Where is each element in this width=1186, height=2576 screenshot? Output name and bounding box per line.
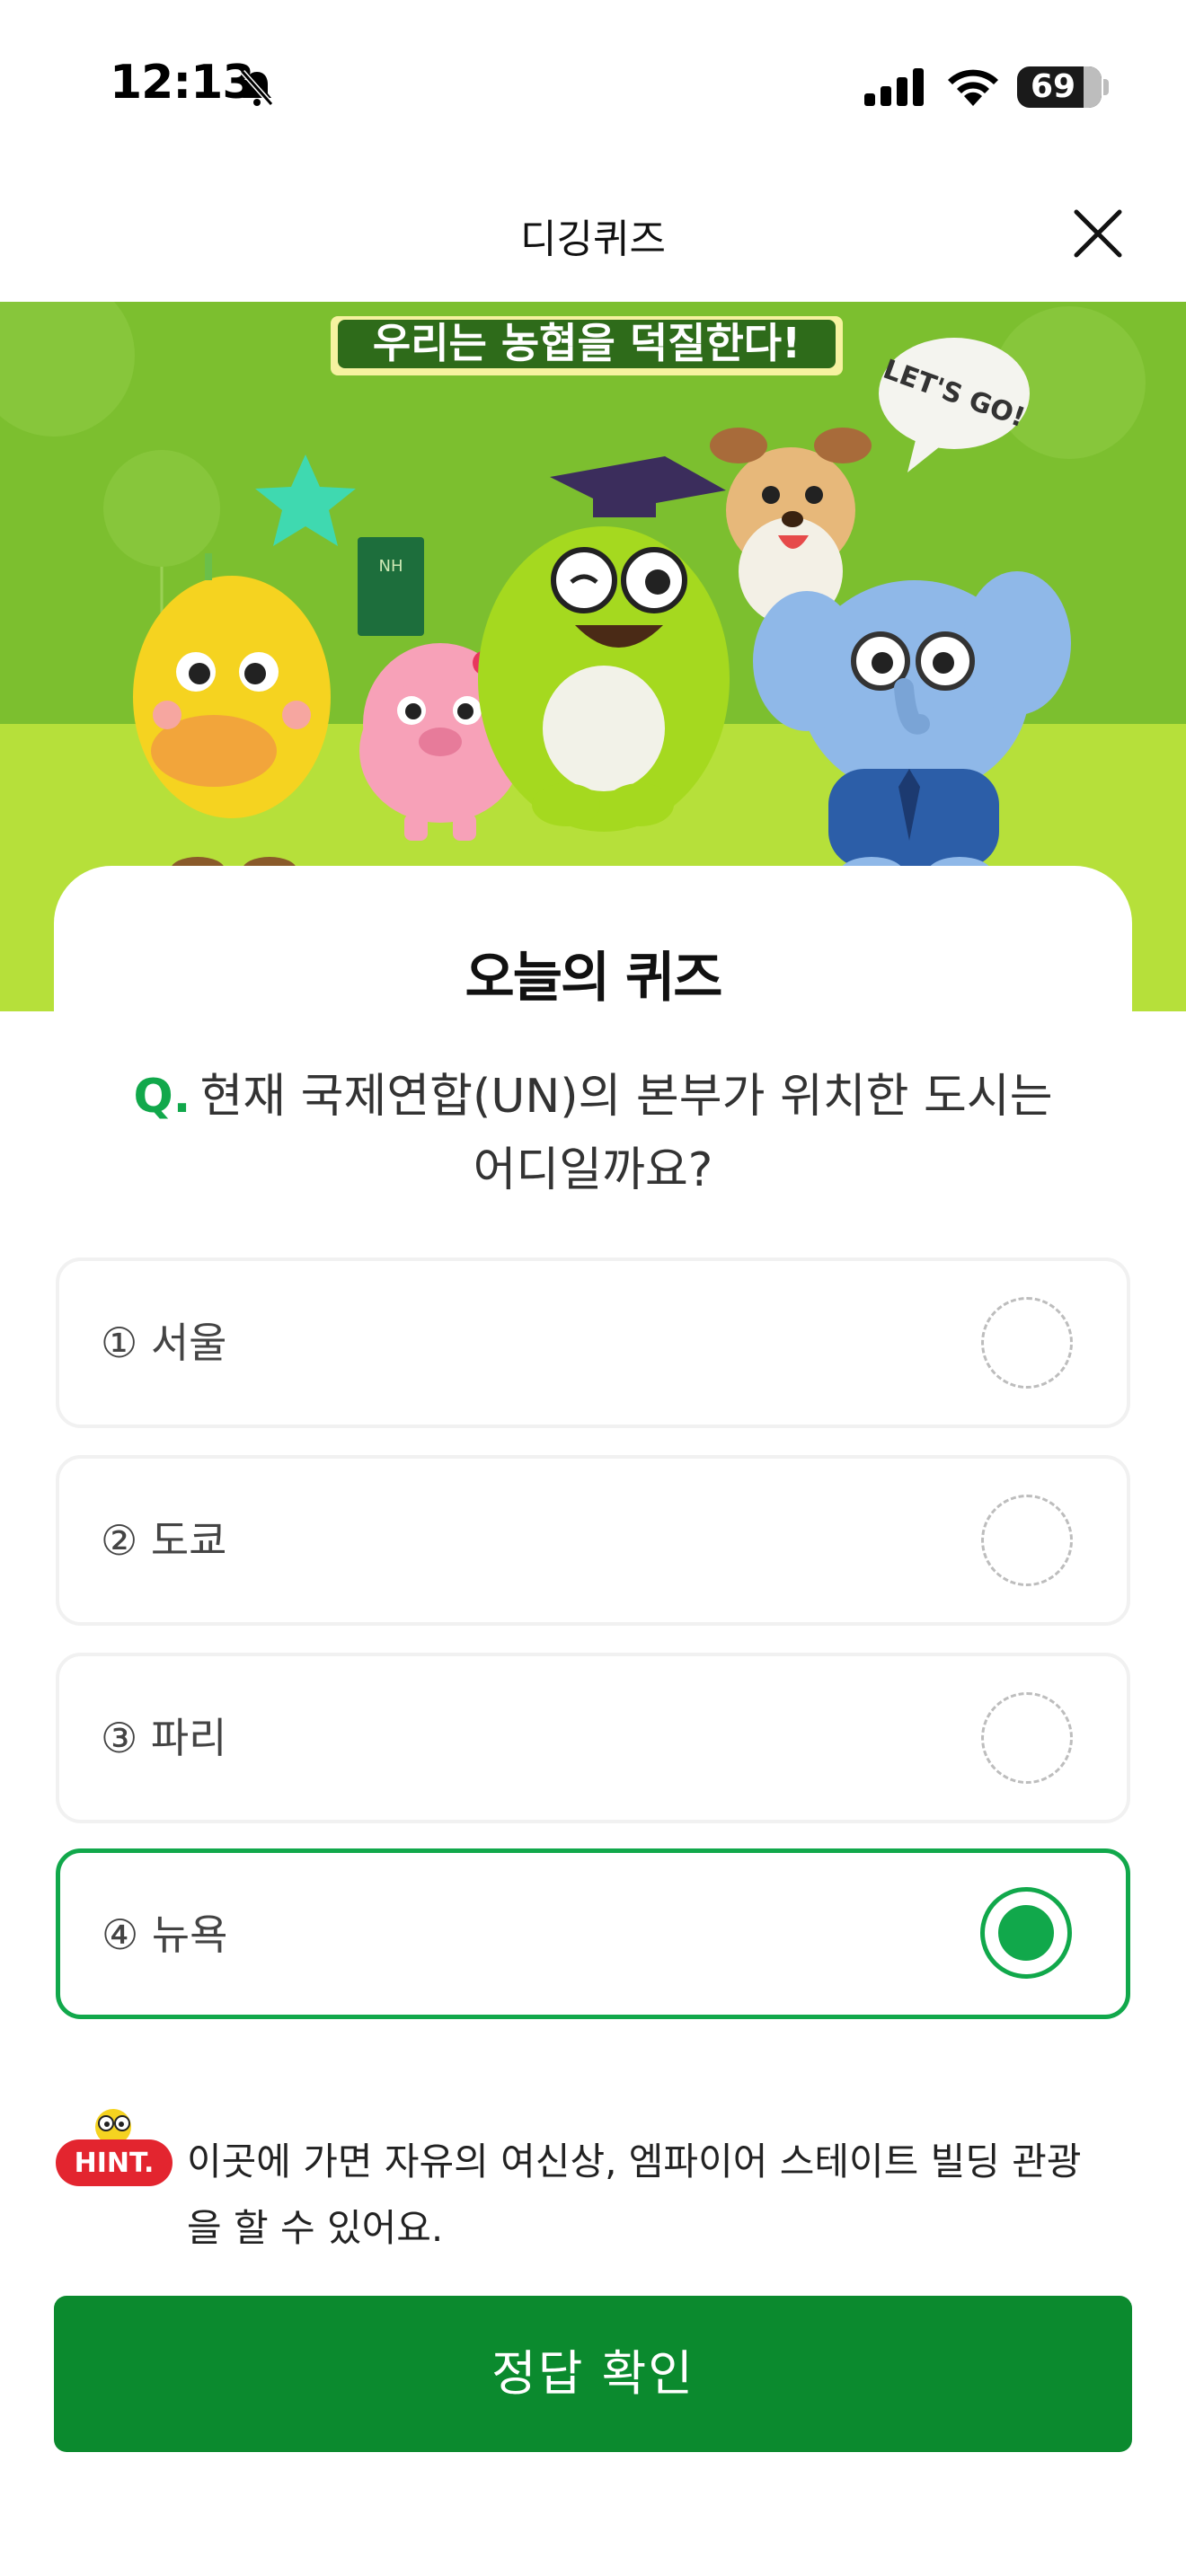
- quiz-question: Q. 현재 국제연합(UN)의 본부가 위치한 도시는 어디일까요?: [72, 1060, 1114, 1207]
- page-title: 디깅퀴즈: [520, 216, 666, 262]
- answer-option-3[interactable]: ③ 파리: [56, 1653, 1130, 1823]
- close-icon[interactable]: [1069, 205, 1127, 262]
- answer-option-2[interactable]: ② 도쿄: [56, 1455, 1130, 1626]
- hint-line-2: 을 할 수 있어요.: [187, 2206, 444, 2250]
- hint-badge-text: HINT.: [75, 2148, 155, 2179]
- radio-dot: [998, 1905, 1054, 1961]
- quiz-heading-wrap: 오늘의 퀴즈: [0, 934, 1186, 1012]
- hint-text: 이곳에 가면 자유의 여신상, 엠파이어 스테이트 빌딩 관광 을 할 수 있어…: [187, 2129, 1139, 2262]
- hint-badge-icon: HINT.: [56, 2109, 173, 2186]
- answer-option-1[interactable]: ① 서울: [56, 1257, 1130, 1428]
- option-label: ① 서울: [101, 1319, 227, 1367]
- quiz-heading: 오늘의 퀴즈: [457, 934, 729, 1012]
- option-radio[interactable]: [981, 1297, 1073, 1389]
- option-radio[interactable]: [981, 1495, 1073, 1586]
- option-label: ④ 뉴욕: [102, 1910, 228, 1959]
- book-text: NH: [379, 557, 403, 576]
- check-answer-button[interactable]: 정답 확인: [54, 2296, 1132, 2452]
- battery-indicator: 69: [1017, 66, 1102, 108]
- question-prefix: Q.: [133, 1070, 191, 1124]
- option-label: ③ 파리: [101, 1714, 227, 1762]
- status-time: 12:13: [110, 56, 255, 110]
- header: 디깅퀴즈: [0, 180, 1186, 302]
- quiz-heading-text: 오늘의 퀴즈: [465, 947, 723, 1010]
- option-label: ② 도쿄: [101, 1516, 227, 1565]
- banner-slogan: 우리는 농협을 덕질한다!: [373, 319, 801, 367]
- battery-level: 69: [1030, 68, 1076, 105]
- wifi-icon: [948, 69, 998, 106]
- option-radio[interactable]: [981, 1692, 1073, 1784]
- signal-icon: [864, 68, 924, 106]
- question-line-2: 어디일까요?: [473, 1143, 713, 1197]
- question-line-1: 현재 국제연합(UN)의 본부가 위치한 도시는: [199, 1070, 1053, 1124]
- status-bar: 12:13 69: [0, 0, 1186, 171]
- hint-line-1: 이곳에 가면 자유의 여신상, 엠파이어 스테이트 빌딩 관광: [187, 2139, 1082, 2183]
- answer-option-4[interactable]: ④ 뉴욕: [56, 1848, 1130, 2019]
- battery-cap: [1103, 79, 1109, 95]
- bell-muted-icon: [240, 70, 274, 106]
- option-radio-selected[interactable]: [980, 1887, 1072, 1979]
